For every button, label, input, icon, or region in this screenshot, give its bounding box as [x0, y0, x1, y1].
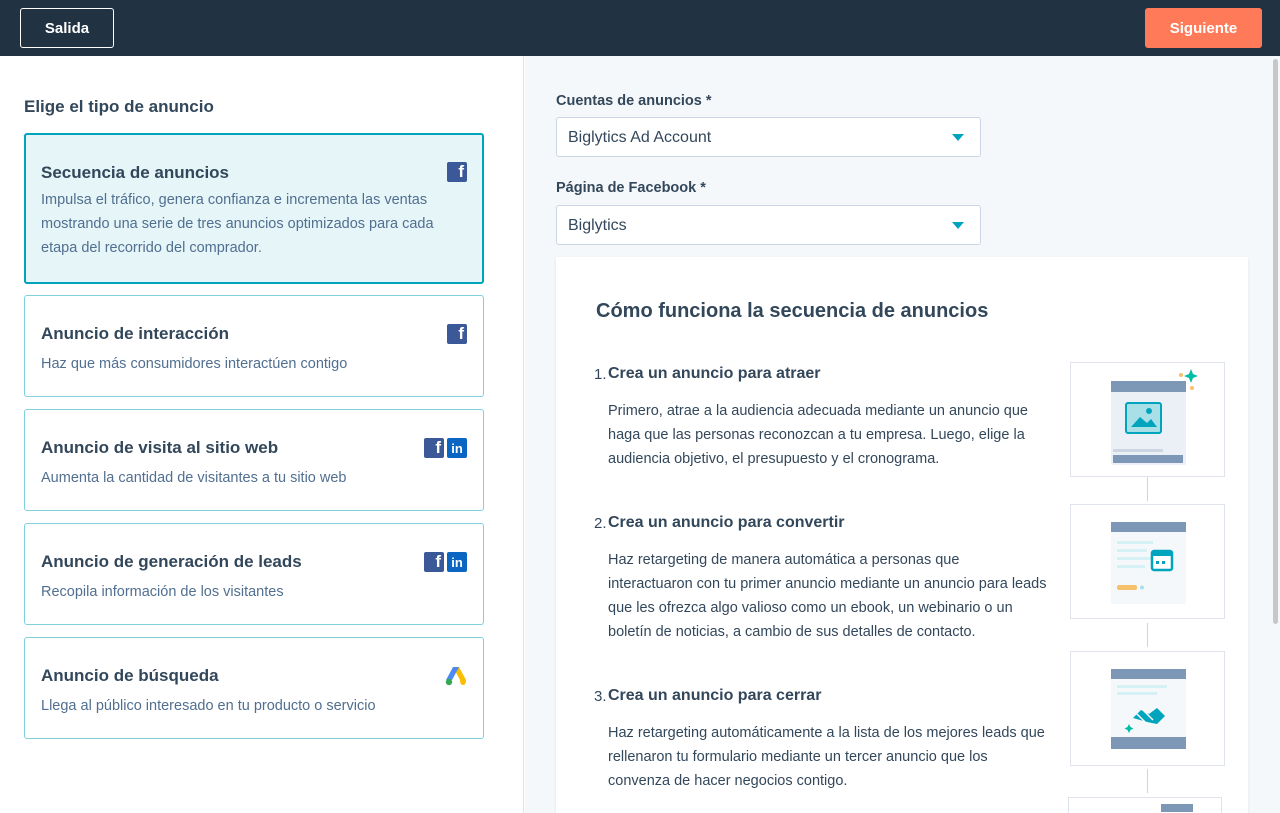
card-description: Llega al público interesado en tu produc…	[41, 698, 376, 714]
card-icons	[445, 666, 467, 686]
close-ad-illustration	[1070, 651, 1225, 766]
top-bar: Salida Siguiente	[0, 0, 1280, 56]
linkedin-icon: in	[447, 552, 467, 572]
ad-type-heading: Elige el tipo de anuncio	[24, 97, 214, 116]
facebook-page-label: Página de Facebook *	[556, 180, 706, 196]
ad-type-card-search[interactable]: Anuncio de búsqueda Llega al público int…	[24, 637, 484, 739]
step-title: Crea un anuncio para atraer	[608, 365, 821, 382]
step-title: Crea un anuncio para convertir	[608, 514, 845, 531]
card-icons: f	[447, 324, 467, 344]
how-it-works-title: Cómo funciona la secuencia de anuncios	[596, 300, 989, 322]
google-ads-icon	[445, 667, 466, 686]
scrollbar[interactable]	[1272, 56, 1280, 813]
chevron-down-icon	[952, 222, 964, 229]
how-it-works-panel: Cómo funciona la secuencia de anuncios 1…	[556, 257, 1248, 813]
step-number: 3.	[594, 688, 607, 705]
card-title: Anuncio de generación de leads	[41, 552, 302, 571]
facebook-page-value: Biglytics	[568, 217, 627, 234]
step-number: 2.	[594, 515, 607, 532]
linkedin-icon: in	[447, 438, 467, 458]
facebook-icon: f	[424, 438, 444, 458]
step-description: Haz retargeting de manera automática a p…	[608, 552, 1047, 640]
card-title: Anuncio de visita al sitio web	[41, 438, 279, 457]
card-description: Aumenta la cantidad de visitantes a tu s…	[41, 470, 347, 486]
step-connector	[1147, 623, 1148, 647]
ad-account-select[interactable]: Biglytics Ad Account	[556, 117, 981, 157]
card-icons: f	[447, 162, 467, 182]
attract-ad-illustration	[1070, 362, 1225, 477]
step-connector	[1147, 477, 1148, 501]
chevron-down-icon	[952, 134, 964, 141]
facebook-icon: f	[447, 162, 467, 182]
facebook-icon: f	[424, 552, 444, 572]
card-title: Secuencia de anuncios	[41, 163, 230, 182]
card-description: Haz que más consumidores interactúen con…	[41, 356, 348, 372]
step-number: 1.	[594, 366, 607, 383]
ad-type-card-lead-gen[interactable]: Anuncio de generación de leads f in Reco…	[24, 523, 484, 625]
card-description: Recopila información de los visitantes	[41, 584, 284, 600]
convert-ad-illustration	[1070, 504, 1225, 619]
card-icons: f in	[424, 552, 467, 572]
ad-type-card-engagement[interactable]: Anuncio de interacción f Haz que más con…	[24, 295, 484, 397]
step-description: Haz retargeting automáticamente a la lis…	[608, 725, 1045, 789]
ad-type-card-sequence[interactable]: Secuencia de anuncios f Impulsa el tráfi…	[24, 133, 484, 284]
ad-account-value: Biglytics Ad Account	[568, 129, 712, 146]
ad-type-panel: Elige el tipo de anuncio Secuencia de an…	[0, 56, 524, 813]
card-icons: f in	[424, 438, 467, 458]
step-connector	[1147, 769, 1148, 793]
ad-type-card-website-visit[interactable]: Anuncio de visita al sitio web f in Aume…	[24, 409, 484, 511]
next-step-illustration	[1068, 797, 1222, 813]
exit-button[interactable]: Salida	[20, 8, 114, 48]
step-description: Primero, atrae a la audiencia adecuada m…	[608, 403, 1028, 467]
ad-account-label: Cuentas de anuncios *	[556, 93, 712, 109]
card-title: Anuncio de interacción	[41, 324, 229, 343]
step-title: Crea un anuncio para cerrar	[608, 687, 822, 704]
facebook-icon: f	[447, 324, 467, 344]
config-panel: Cuentas de anuncios * Biglytics Ad Accou…	[525, 56, 1280, 813]
next-button[interactable]: Siguiente	[1145, 8, 1262, 48]
card-title: Anuncio de búsqueda	[41, 666, 219, 685]
card-description: Impulsa el tráfico, genera confianza e i…	[41, 192, 434, 256]
scrollbar-thumb[interactable]	[1273, 59, 1278, 624]
facebook-page-select[interactable]: Biglytics	[556, 205, 981, 245]
